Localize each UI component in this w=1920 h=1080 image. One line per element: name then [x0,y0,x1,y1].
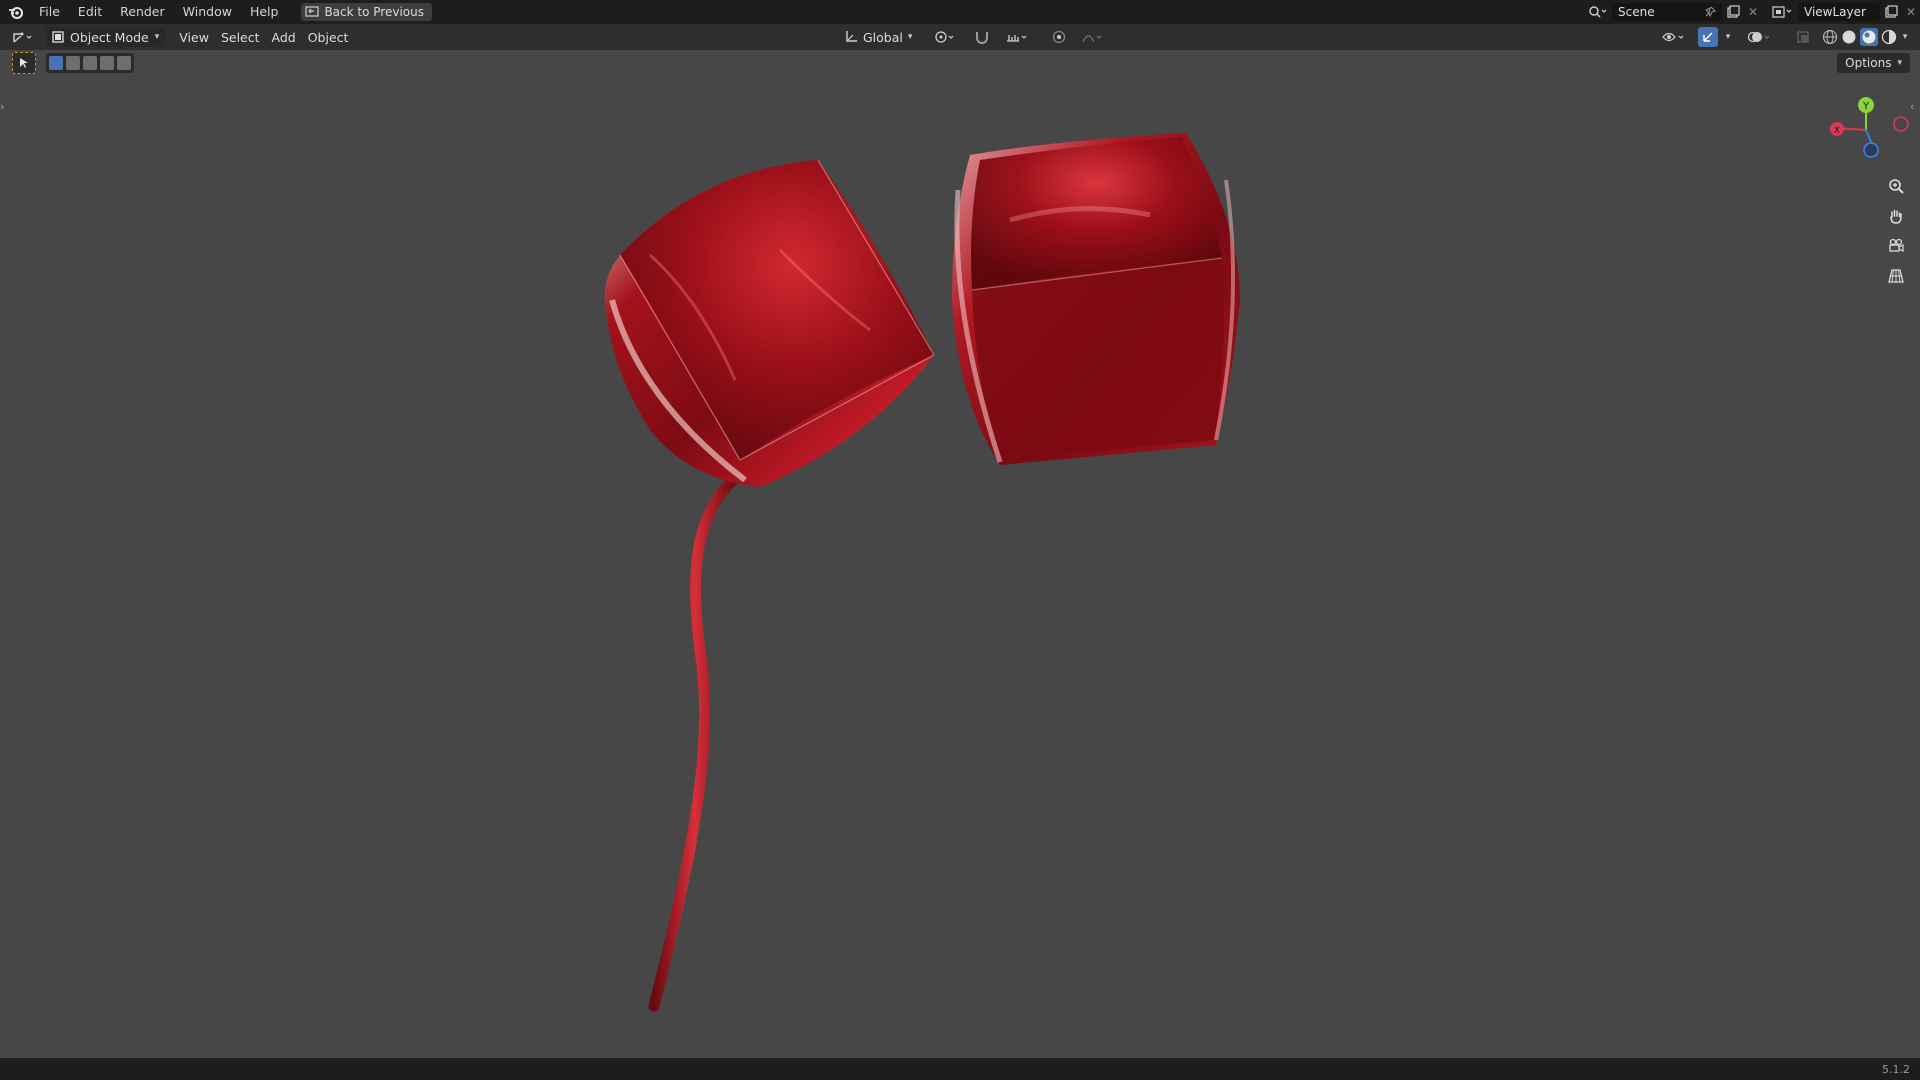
proportional-edit-toggle[interactable] [1046,27,1072,47]
tool-row [12,52,134,74]
neg-z-axis-handle [1863,142,1879,158]
delete-scene-icon[interactable]: ✕ [1744,5,1762,19]
selection-mode-group [46,53,134,73]
zoom-button[interactable] [1882,174,1910,198]
viewport-header: Object Mode ▾ View Select Add Object Glo… [0,24,1920,50]
visibility-dropdown[interactable] [1656,27,1694,47]
viewport-display-tools: ▾ ▾ [1656,24,1912,50]
falloff-curve-icon [1082,30,1106,44]
hand-icon [1888,208,1904,224]
3d-viewport-icon [12,30,36,44]
xray-icon [1796,30,1810,44]
menu-help[interactable]: Help [241,0,288,24]
perspective-toggle-button[interactable] [1882,264,1910,288]
object-mode-icon [52,31,64,43]
menu-select[interactable]: Select [215,27,266,47]
viewport-scene[interactable] [0,0,1920,1080]
falloff-dropdown[interactable] [1076,27,1112,47]
top-bar: File Edit Render Window Help Back to Pre… [0,0,1920,24]
select-intersect-icon[interactable] [117,56,131,70]
view-layer-name: ViewLayer [1804,5,1866,19]
gizmo-icon [1701,30,1715,44]
delete-view-layer-icon[interactable]: ✕ [1902,5,1920,19]
object-mode-label: Object Mode [70,29,149,45]
snap-increment-icon [1006,30,1030,44]
menu-edit[interactable]: Edit [69,0,111,24]
select-subtract-icon[interactable] [83,56,97,70]
pivot-point-dropdown[interactable] [928,27,964,47]
pin-icon[interactable] [1704,6,1716,18]
magnet-icon [974,30,990,44]
snap-target-dropdown[interactable] [1000,27,1036,47]
overlays-toggle[interactable] [1742,27,1780,47]
editor-type-button[interactable] [6,27,42,47]
balloon-cube-right [952,133,1240,465]
select-invert-icon[interactable] [100,56,114,70]
neg-x-axis-handle [1893,116,1909,132]
back-to-previous-label: Back to Previous [324,5,424,19]
solid-shading-icon[interactable] [1841,29,1857,45]
camera-icon [1888,238,1904,254]
scene-group: Scene ✕ ViewLayer ✕ [1584,0,1920,24]
options-dropdown[interactable]: Options ▾ [1837,53,1910,73]
version-label: 5.1.2 [1882,1062,1910,1076]
shading-modes: ▾ [1820,27,1912,47]
eye-visibility-icon [1662,30,1688,44]
zoom-icon [1888,178,1904,194]
menu-object[interactable]: Object [302,27,355,47]
gizmo-toggle[interactable] [1698,27,1718,47]
balloon-cube-left [604,159,935,487]
pivot-icon [934,30,958,44]
blender-logo-icon[interactable] [6,2,26,22]
cursor-icon [19,57,29,69]
back-to-previous-button[interactable]: Back to Previous [301,3,432,21]
screen-back-icon [305,6,320,18]
transform-tools: Global ▾ [838,24,1112,50]
chevron-down-icon: ▾ [907,32,913,42]
xray-toggle[interactable] [1790,27,1816,47]
menu-add[interactable]: Add [266,27,302,47]
overlays-icon [1748,30,1774,44]
menu-view[interactable]: View [173,27,215,47]
wireframe-shading-icon[interactable] [1822,29,1838,45]
view-layer-field[interactable]: ViewLayer [1798,3,1880,21]
camera-view-button[interactable] [1882,234,1910,258]
balloon-stick [648,472,741,1012]
scene-name: Scene [1618,5,1655,19]
chevron-down-icon: ▾ [154,32,160,42]
y-axis-label: Y [1862,101,1870,112]
scene-name-field[interactable]: Scene [1612,3,1722,21]
navigation-gizmo[interactable]: Y X [1822,92,1912,172]
grid-perspective-icon [1888,268,1904,284]
scene-type-icon[interactable] [1584,5,1612,19]
status-bar: 5.1.2 [0,1058,1920,1080]
menu-file[interactable]: File [30,0,69,24]
orientation-label: Global [863,29,903,45]
gizmo-dropdown-chevron-icon[interactable]: ▾ [1722,32,1734,42]
orientation-dropdown[interactable]: Global ▾ [838,27,918,47]
select-new-icon[interactable] [49,56,63,70]
shading-dropdown-chevron-icon[interactable]: ▾ [1900,32,1910,42]
menu-render[interactable]: Render [111,0,174,24]
proportional-edit-icon [1052,30,1066,44]
viewport-nav-buttons [1882,174,1910,288]
transform-orientation-icon [844,30,858,44]
pan-button[interactable] [1882,204,1910,228]
material-preview-shading-icon[interactable] [1860,28,1878,46]
rendered-shading-icon[interactable] [1881,29,1897,45]
menu-window[interactable]: Window [174,0,241,24]
select-tool-button[interactable] [12,52,36,74]
new-view-layer-icon[interactable] [1880,5,1902,19]
chevron-down-icon: ▾ [1897,58,1902,68]
options-label: Options [1845,56,1892,70]
new-scene-icon[interactable] [1722,5,1744,19]
toolbar-expand-arrow-icon[interactable]: › [0,100,10,116]
select-extend-icon[interactable] [66,56,80,70]
view-layer-type-icon[interactable] [1768,5,1798,19]
object-mode-dropdown[interactable]: Object Mode ▾ [46,27,166,47]
x-axis-label: X [1834,126,1840,136]
snap-toggle[interactable] [968,27,996,47]
